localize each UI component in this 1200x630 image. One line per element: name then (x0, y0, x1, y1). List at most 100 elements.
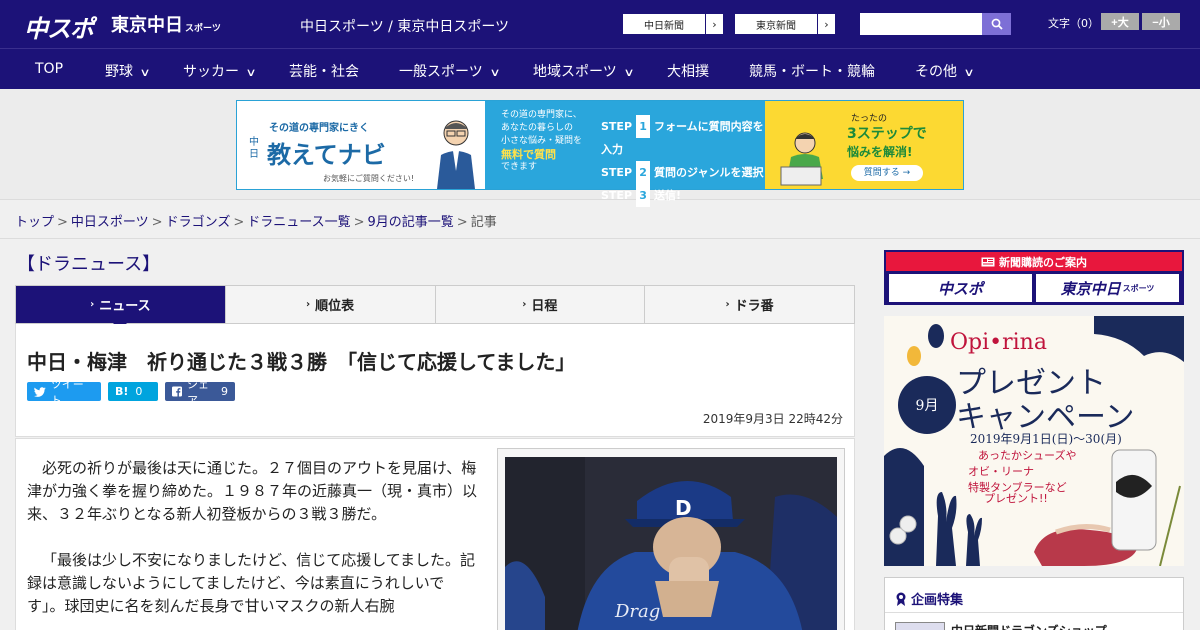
special-feature-divider (885, 612, 1183, 613)
campaign-present-text: プレゼント!! (984, 492, 1048, 505)
search-button[interactable] (982, 13, 1011, 35)
chevron-right-icon: › (90, 299, 95, 310)
tab-dora-ban[interactable]: › ドラ番 (645, 286, 854, 323)
step-label: STEP (601, 189, 633, 202)
font-size-decrease-button[interactable]: −小 (1142, 13, 1180, 30)
breadcrumb-dora-news[interactable]: ドラニュース一覧 (247, 215, 350, 230)
hatena-count: 0 (135, 385, 143, 398)
tokyo-shimbun-link[interactable]: 東京新聞 › (734, 13, 836, 35)
campaign-month-badge: 9月 (898, 376, 956, 434)
nav-item-label: その他 (915, 64, 957, 80)
nav-item-label: 芸能・社会 (289, 64, 359, 80)
facebook-share-count: 9 (221, 385, 228, 398)
main-nav: TOP 野球 ∨ サッカー ∨ 芸能・社会 一般スポーツ ∨ 地域スポーツ ∨ 大相撲 … (0, 48, 1200, 89)
nav-item-baseball[interactable]: 野球 ∨ (105, 61, 151, 81)
nav-item-entertainment[interactable]: 芸能・社会 (289, 61, 359, 81)
banner-right-text-3: 悩みを解消! (847, 145, 913, 159)
chunichi-shimbun-link[interactable]: 中日新聞 › (622, 13, 724, 35)
tweet-label: ツイート (50, 377, 84, 407)
banner-small-text: その道の専門家にきく (269, 123, 369, 134)
tab-standings[interactable]: › 順位表 (226, 286, 436, 323)
top-bar: 中スポ 東京中日 スポーツ 中日スポーツ / 東京中日スポーツ 中日新聞 › 東京… (0, 0, 1200, 48)
article-headline: 中日・梅津 祈り通じた３戦３勝 「信じて応援してました」 (27, 350, 576, 374)
tab-label: 日程 (531, 299, 558, 314)
tab-label: 順位表 (315, 299, 355, 314)
tokyo-chunichi-logo-text: 東京中日 (111, 15, 183, 36)
breadcrumb: トップ > 中日スポーツ > ドラゴンズ > ドラニュース一覧 >9月の記事一覧 > 記事 (15, 211, 497, 230)
subscribe-tokyo-chunichi-text: 東京中日 (1060, 279, 1121, 298)
banner-right-text-2: 3ステップで (847, 126, 927, 142)
banner-lead-line: あなたの暮らしの (501, 123, 574, 133)
step-number: 2 (636, 161, 651, 184)
facebook-share-button[interactable]: シェア 9 (165, 378, 235, 407)
article-paragraph: 「最後は少し不安になりましたけど、信じて応援してました。記録は意識しないようにし… (27, 551, 476, 615)
laptop-person-icon (780, 132, 823, 186)
special-feature-title-text: 企画特集 (911, 593, 964, 608)
tab-schedule[interactable]: › 日程 (436, 286, 646, 323)
font-size-increase-button[interactable]: +大 (1101, 13, 1139, 30)
svg-text:D: D (675, 496, 692, 520)
banner-right: たったの 3ステップで 悩みを解消! 質問する → (765, 101, 963, 189)
article-date: 2019年9月3日 22時42分 (702, 412, 843, 426)
subscription-title: 新聞購読のご案内 (886, 252, 1182, 271)
nav-item-sumo[interactable]: 大相撲 (667, 61, 709, 81)
campaign-brand: Opi•rina (950, 330, 1047, 355)
oshiete-navi-banner[interactable]: その道の専門家にきく 中日 教えてナビ お気軽にご質問ください! その道の専門家… (236, 100, 964, 207)
article-text: 必死の祈りが最後は天に通じた。２７個目のアウトを見届け、梅津が力強く拳を握り締め… (27, 457, 477, 630)
banner-note: お気軽にご質問ください! (323, 174, 415, 183)
dragons-shop-link[interactable]: 中日新聞ドラゴンズショップ (951, 622, 1107, 630)
banner-chu-text: 中日 (249, 137, 259, 160)
breadcrumb-current: 記事 (470, 215, 497, 230)
banner-lead-highlight: 無料で質問 (501, 148, 556, 161)
tab-news[interactable]: › ニュース (16, 286, 226, 330)
breadcrumb-top[interactable]: トップ (15, 215, 54, 230)
subscription-box[interactable]: 新聞購読のご案内 中スポ 東京中日 スポーツ (884, 250, 1184, 305)
breadcrumb-dragons[interactable]: ドラゴンズ (166, 215, 231, 230)
breadcrumb-chunichi-sports[interactable]: 中日スポーツ (71, 215, 149, 230)
dragons-shop-thumbnail[interactable] (895, 622, 945, 630)
facebook-share-label: シェア (187, 377, 209, 407)
chunichi-sports-logo[interactable]: 中スポ (24, 9, 94, 44)
nav-item-general-sports[interactable]: 一般スポーツ ∨ (399, 61, 500, 81)
tweet-button[interactable]: ツイート (27, 378, 101, 407)
step-text: 送信! (654, 189, 682, 202)
tokyo-chunichi-logo[interactable]: 東京中日 スポーツ (111, 11, 221, 37)
subscribe-tokyo-chunichi-link[interactable]: 東京中日 スポーツ (1036, 274, 1179, 302)
section-title: 【ドラニュース】 (17, 254, 161, 275)
search-input[interactable] (860, 13, 984, 35)
nav-item-top[interactable]: TOP (35, 61, 63, 77)
breadcrumb-separator: > (456, 215, 468, 230)
hatena-bookmark-button[interactable]: B! 0 (108, 382, 158, 401)
subscribe-chuspo-link[interactable]: 中スポ (889, 274, 1032, 302)
chevron-right-icon: › (705, 14, 723, 34)
article-photo-frame: D Drag (497, 448, 845, 630)
nav-item-label: 競馬・ボート・競輪 (749, 64, 875, 80)
pitcher-photo: D Drag (505, 457, 837, 630)
campaign-date: 2019年9月1日(日)〜30(月) (970, 432, 1122, 446)
nav-item-other[interactable]: その他 ∨ (915, 61, 975, 81)
breadcrumb-september[interactable]: 9月の記事一覧 (368, 215, 454, 230)
nav-item-label: TOP (35, 61, 64, 77)
opirina-campaign-ad[interactable]: Opi•rina プレゼント キャンペーン 9月 2019年9月1日(日)〜30… (884, 316, 1184, 566)
breadcrumb-divider (0, 238, 1200, 239)
tab-label: ニュース (99, 299, 151, 314)
chunichi-shimbun-label: 中日新聞 (644, 20, 684, 32)
nav-item-racing[interactable]: 競馬・ボート・競輪 (749, 61, 875, 81)
hatena-icon: B! (115, 385, 129, 398)
nav-item-local-sports[interactable]: 地域スポーツ ∨ (533, 61, 634, 81)
step-label: STEP (601, 166, 633, 179)
banner-lead-line: 小さな悩み・疑問を (501, 136, 583, 146)
chevron-right-icon: › (817, 14, 835, 34)
special-feature-title: 企画特集 (895, 589, 963, 608)
banner-ask-button[interactable]: 質問する → (851, 165, 923, 181)
banner-lead: その道の専門家に、 あなたの暮らしの 小さな悩み・疑問を 無料で質問 できます (501, 109, 582, 174)
nav-item-soccer[interactable]: サッカー ∨ (183, 61, 257, 81)
article-body: 必死の祈りが最後は天に通じた。２７個目のアウトを見届け、梅津が力強く拳を握り締め… (15, 438, 855, 630)
article-photo[interactable]: D Drag (505, 457, 837, 630)
subscription-logos: 中スポ 東京中日 スポーツ (886, 271, 1182, 305)
step-label: STEP (601, 120, 633, 133)
news-tabs: › ニュース › 順位表 › 日程 › ドラ番 (15, 285, 855, 330)
subscribe-tokyo-chunichi-small: スポーツ (1122, 283, 1155, 293)
svg-text:Drag: Drag (614, 601, 660, 622)
chevron-down-icon: ∨ (139, 66, 151, 79)
